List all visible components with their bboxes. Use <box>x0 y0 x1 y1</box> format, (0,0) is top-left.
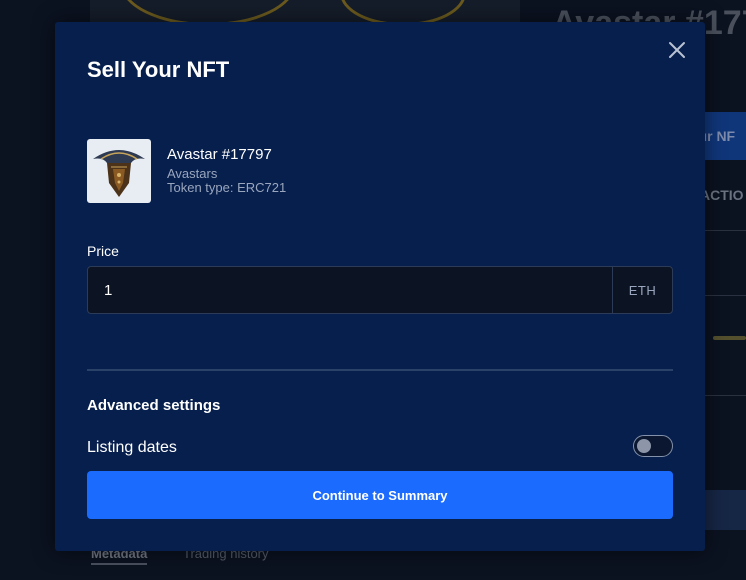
continue-to-summary-button[interactable]: Continue to Summary <box>87 471 673 519</box>
price-currency: ETH <box>612 267 672 313</box>
toggle-knob <box>637 439 651 453</box>
nft-thumbnail <box>87 139 151 203</box>
background-actions-label: ACTIO <box>700 187 744 203</box>
price-input[interactable] <box>88 267 612 313</box>
nft-collection: Avastars <box>167 166 218 181</box>
page: Avastar #1779 our NF ACTIO Metadata Trad… <box>0 0 746 580</box>
price-field: ETH <box>87 266 673 314</box>
price-label: Price <box>87 243 119 259</box>
listing-dates-label: Listing dates <box>87 439 177 456</box>
background-divider <box>700 230 746 231</box>
listing-dates-toggle[interactable] <box>633 435 673 457</box>
advanced-settings-title: Advanced settings <box>87 397 221 414</box>
background-nft-image <box>90 0 520 22</box>
close-button[interactable] <box>665 38 689 62</box>
close-icon <box>669 42 685 58</box>
nft-name: Avastar #17797 <box>167 146 272 163</box>
divider <box>87 369 673 371</box>
background-button <box>700 490 746 530</box>
modal-title: Sell Your NFT <box>87 57 230 82</box>
background-decoration <box>713 336 746 340</box>
background-divider <box>700 395 746 396</box>
nft-token-type: Token type: ERC721 <box>167 180 287 195</box>
sell-nft-modal: Sell Your NFT Avastar #17797 Avastars To… <box>55 22 705 551</box>
background-divider <box>700 295 746 296</box>
